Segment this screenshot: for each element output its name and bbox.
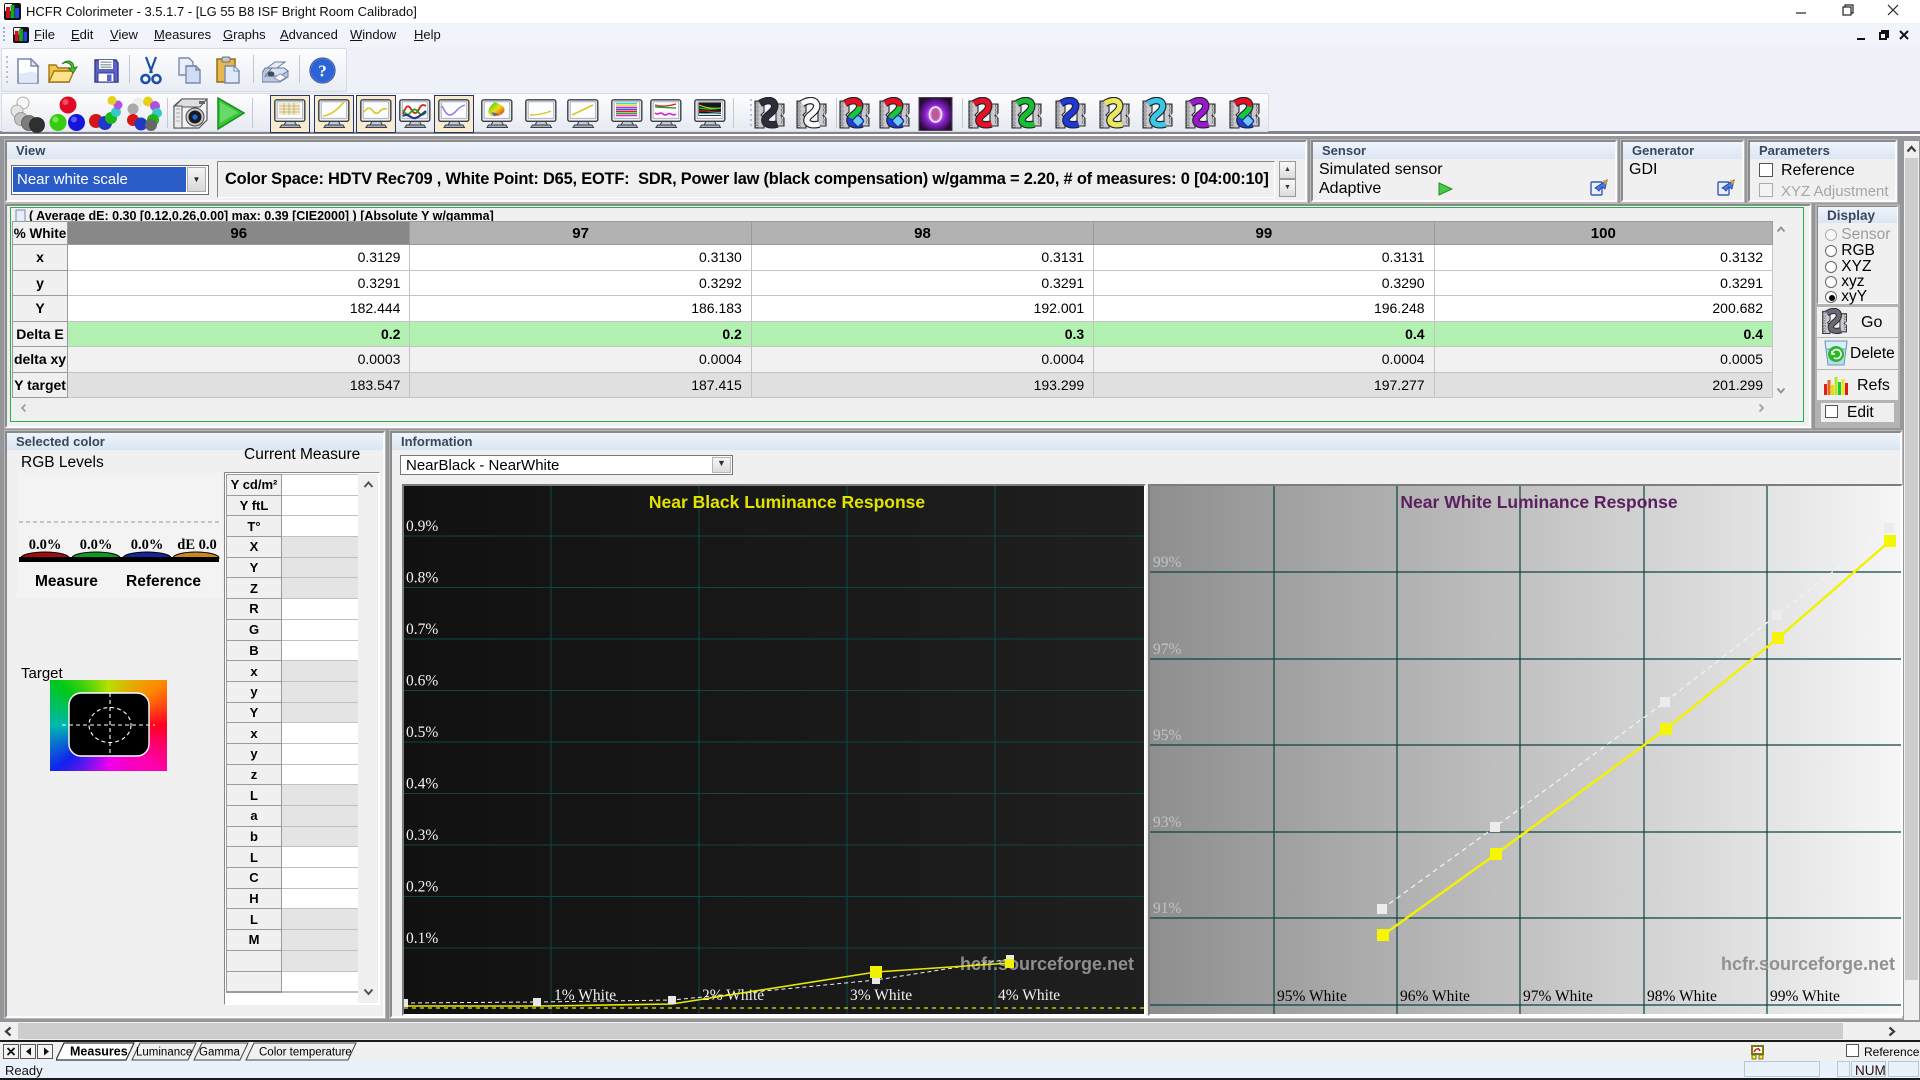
svg-text:0.6%: 0.6%	[406, 673, 438, 690]
svg-text:0.9%: 0.9%	[406, 518, 438, 535]
svg-text:95%: 95%	[1153, 727, 1182, 744]
svg-text:0.8%: 0.8%	[406, 570, 438, 587]
svg-text:0.7%: 0.7%	[406, 621, 438, 638]
svg-text:Color temperature: Color temperature	[259, 1047, 352, 1059]
svg-text:99%: 99%	[1153, 554, 1182, 571]
svg-text:0.2%: 0.2%	[406, 879, 438, 896]
svg-text:0.4%: 0.4%	[406, 776, 438, 793]
svg-text:0.0%: 0.0%	[29, 537, 62, 553]
svg-text:0.0%: 0.0%	[80, 537, 113, 553]
svg-text:0.5%: 0.5%	[406, 724, 438, 741]
svg-text:96% White: 96% White	[1400, 988, 1470, 1005]
svg-text:Gamma: Gamma	[199, 1047, 241, 1059]
svg-text:0.0%: 0.0%	[131, 537, 164, 553]
svg-text:Luminance: Luminance	[136, 1047, 192, 1059]
svg-text:4% White: 4% White	[998, 987, 1060, 1004]
svg-text:Near Black Luminance Response: Near Black Luminance Response	[649, 492, 925, 512]
svg-text:95% White: 95% White	[1277, 988, 1347, 1005]
svg-text:97% White: 97% White	[1523, 988, 1593, 1005]
svg-text:Measures: Measures	[70, 1045, 128, 1059]
svg-text:0.1%: 0.1%	[406, 930, 438, 947]
svg-text:3% White: 3% White	[850, 987, 912, 1004]
svg-text:Near White Luminance Response: Near White Luminance Response	[1400, 492, 1677, 512]
svg-text:hcfr.sourceforge.net: hcfr.sourceforge.net	[1721, 954, 1895, 974]
svg-text:93%: 93%	[1153, 814, 1182, 831]
svg-text:0.3%: 0.3%	[406, 827, 438, 844]
svg-text:dE 0.0: dE 0.0	[177, 537, 217, 553]
svg-text:2% White: 2% White	[702, 987, 764, 1004]
svg-text:97%: 97%	[1153, 641, 1182, 658]
svg-text:91%: 91%	[1153, 900, 1182, 917]
svg-text:98% White: 98% White	[1647, 988, 1717, 1005]
svg-text:99% White: 99% White	[1770, 988, 1840, 1005]
svg-text:?: ?	[318, 62, 327, 81]
svg-text:1% White: 1% White	[554, 987, 616, 1004]
